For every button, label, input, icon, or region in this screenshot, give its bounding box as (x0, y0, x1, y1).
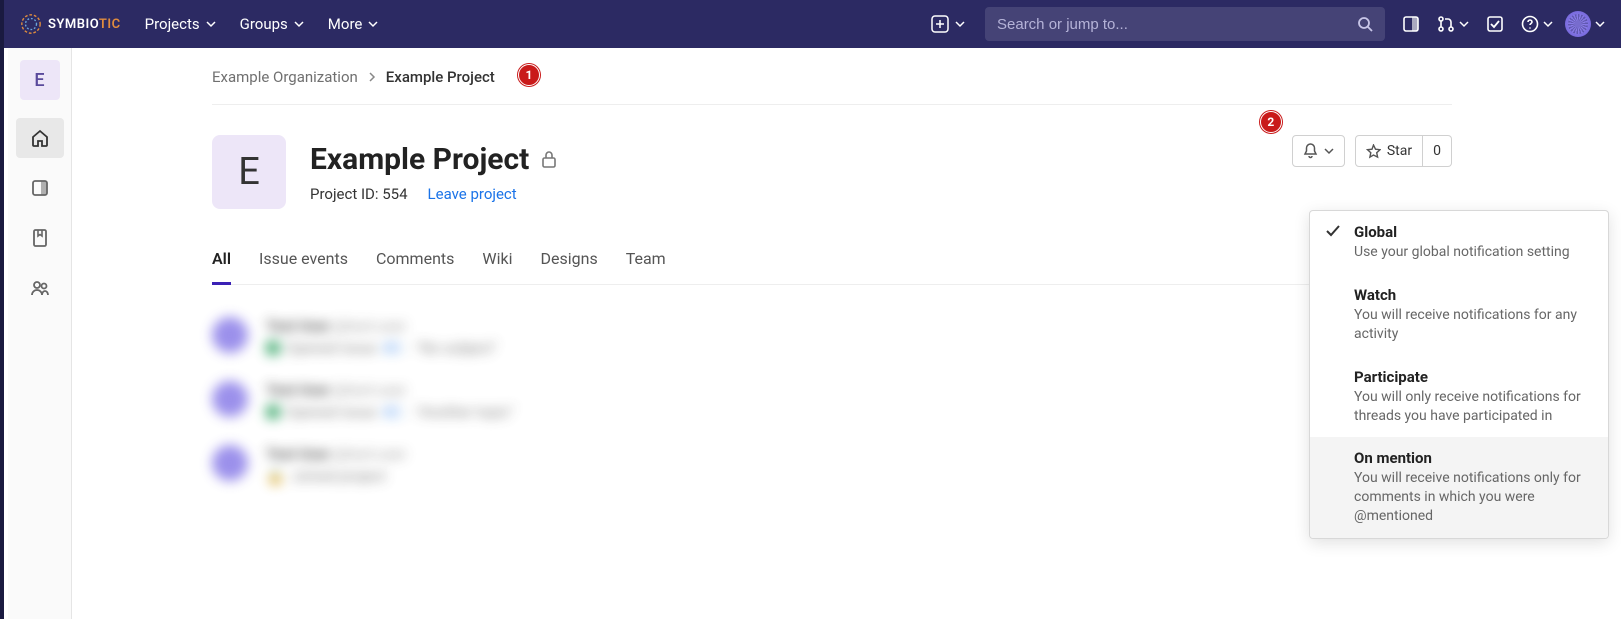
chevron-down-icon (1324, 146, 1334, 156)
chevron-down-icon (1459, 19, 1469, 29)
notification-dropdown[interactable]: Global Use your global notification sett… (1309, 210, 1609, 539)
user-avatar-icon (1565, 11, 1591, 37)
chevron-down-icon (1595, 19, 1605, 29)
chevron-down-icon (368, 19, 378, 29)
issues-icon (1402, 15, 1420, 33)
star-button[interactable]: Star (1355, 135, 1423, 167)
nav-projects[interactable]: Projects (145, 15, 216, 33)
project-title: Example Project (310, 142, 529, 177)
sidebar-project-avatar[interactable]: E (20, 60, 60, 100)
notification-dropdown-button[interactable] (1292, 135, 1345, 167)
chevron-right-icon (368, 72, 376, 82)
chevron-down-icon (294, 19, 304, 29)
tab-comments[interactable]: Comments (376, 249, 454, 284)
activity-row: Test User @test-user Opened issue #3: "N… (212, 305, 1452, 369)
nav-groups[interactable]: Groups (240, 15, 304, 33)
brand-logo[interactable]: SYMBIOTIC (20, 13, 121, 35)
project-header: E Example Project Project ID: 554 Leave … (212, 105, 1452, 249)
breadcrumb-project[interactable]: Example Project (386, 68, 495, 86)
chevron-down-icon (206, 19, 216, 29)
help-button[interactable] (1521, 15, 1553, 33)
todo-icon (1486, 15, 1504, 33)
user-avatar-icon (212, 317, 248, 353)
issues-icon (30, 178, 50, 198)
breadcrumb-org[interactable]: Example Organization (212, 68, 358, 86)
tab-designs[interactable]: Designs (541, 249, 598, 284)
issue-open-icon (266, 405, 280, 419)
sidebar-wiki[interactable] (16, 218, 64, 258)
nav-more[interactable]: More (328, 15, 379, 33)
plus-square-icon (931, 15, 949, 33)
logo-swirl-icon (20, 13, 42, 35)
todos-button[interactable] (1481, 10, 1509, 38)
search-input[interactable] (997, 16, 1349, 33)
sidebar-home[interactable] (16, 118, 64, 158)
merge-request-icon (1437, 15, 1455, 33)
check-icon (1326, 225, 1340, 237)
activity-row: Test User @test-user Opened issue #2: "A… (212, 369, 1452, 433)
top-navbar: SYMBIOTIC Projects Groups More (4, 0, 1621, 48)
sidebar-issues[interactable] (16, 168, 64, 208)
notification-option-global[interactable]: Global Use your global notification sett… (1310, 211, 1608, 274)
project-avatar: E (212, 135, 286, 209)
tab-issue-events[interactable]: Issue events (259, 249, 348, 284)
activity-feed: Test User @test-user Opened issue #3: "N… (212, 285, 1452, 497)
book-icon (30, 228, 50, 248)
annotation-badge-1: 1 (518, 64, 540, 86)
star-count[interactable]: 0 (1423, 135, 1452, 167)
chevron-down-icon (955, 19, 965, 29)
nav-right (923, 7, 1605, 41)
left-sidebar: E (8, 48, 72, 619)
star-icon (1366, 144, 1381, 159)
nav-menu: Projects Groups More (145, 15, 379, 33)
notification-option-participate[interactable]: Participate You will only receive notifi… (1310, 356, 1608, 438)
notification-option-watch[interactable]: Watch You will receive notifications for… (1310, 274, 1608, 356)
issues-icon-button[interactable] (1397, 10, 1425, 38)
user-avatar-icon (212, 445, 248, 481)
activity-row: Test User @test-user 🔒Joined project (212, 433, 1452, 497)
bell-icon (1303, 143, 1318, 159)
merge-requests-button[interactable] (1437, 15, 1469, 33)
home-icon (30, 128, 50, 148)
project-actions: 2 Star 0 (1292, 135, 1452, 167)
notification-option-on-mention[interactable]: 3 On mention You will receive notificati… (1310, 437, 1608, 538)
new-dropdown[interactable] (923, 11, 973, 37)
breadcrumb: Example Organization Example Project 1 (212, 68, 1452, 105)
lock-icon (541, 150, 557, 168)
lock-icon: 🔒 (266, 467, 285, 485)
chevron-down-icon (1543, 19, 1553, 29)
tab-team[interactable]: Team (626, 249, 666, 284)
help-icon (1521, 15, 1539, 33)
search-box[interactable] (985, 7, 1385, 41)
annotation-badge-2: 2 (1260, 111, 1282, 133)
star-group: Star 0 (1355, 135, 1452, 167)
user-avatar-icon (212, 381, 248, 417)
sidebar-members[interactable] (16, 268, 64, 308)
brand-text: SYMBIOTIC (48, 17, 121, 32)
search-icon[interactable] (1357, 16, 1373, 32)
tab-all[interactable]: All (212, 249, 231, 285)
activity-tabs: All Issue events Comments Wiki Designs T… (212, 249, 1452, 285)
project-id: Project ID: 554 (310, 185, 408, 203)
tab-wiki[interactable]: Wiki (482, 249, 512, 284)
user-menu[interactable] (1565, 11, 1605, 37)
leave-project-link[interactable]: Leave project (428, 185, 517, 203)
issue-open-icon (266, 341, 280, 355)
members-icon (30, 278, 50, 298)
